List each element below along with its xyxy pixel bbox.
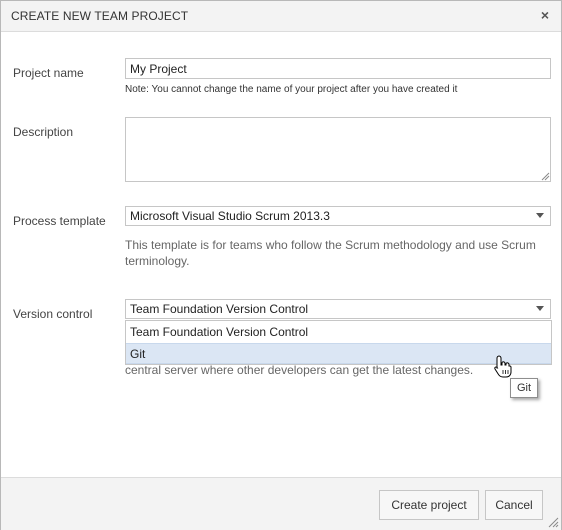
chevron-down-icon: [536, 213, 544, 218]
option-git[interactable]: Git: [126, 343, 551, 364]
textarea-resize-grip-icon[interactable]: [540, 171, 550, 181]
process-template-label: Process template: [13, 214, 106, 228]
version-control-label: Version control: [13, 307, 93, 321]
create-project-button[interactable]: Create project: [379, 490, 479, 520]
git-tooltip: Git: [510, 378, 538, 398]
description-textarea[interactable]: [125, 117, 551, 182]
close-icon[interactable]: ×: [537, 6, 553, 24]
version-control-select[interactable]: Team Foundation Version Control: [125, 299, 551, 319]
process-template-description: This template is for teams who follow th…: [125, 238, 536, 268]
version-control-value: Team Foundation Version Control: [130, 302, 309, 316]
cancel-button[interactable]: Cancel: [485, 490, 543, 520]
option-tfvc[interactable]: Team Foundation Version Control: [126, 322, 551, 343]
project-name-input[interactable]: [125, 58, 551, 79]
chevron-down-icon: [536, 306, 544, 311]
description-label: Description: [13, 125, 74, 139]
dialog-titlebar[interactable]: CREATE NEW TEAM PROJECT ×: [1, 1, 561, 32]
process-template-value: Microsoft Visual Studio Scrum 2013.3: [130, 209, 330, 223]
dialog-resize-grip-icon[interactable]: [547, 516, 559, 528]
create-team-project-dialog: CREATE NEW TEAM PROJECT × Project name N…: [0, 0, 562, 530]
project-name-note: Note: You cannot change the name of your…: [125, 84, 458, 95]
process-template-select[interactable]: Microsoft Visual Studio Scrum 2013.3: [125, 206, 551, 226]
dialog-title: CREATE NEW TEAM PROJECT: [11, 9, 189, 23]
version-control-dropdown: Team Foundation Version Control Git: [125, 320, 552, 365]
project-name-label: Project name: [13, 66, 84, 80]
hand-pointer-icon: [494, 355, 512, 378]
dialog-footer: Create project Cancel: [1, 477, 561, 530]
